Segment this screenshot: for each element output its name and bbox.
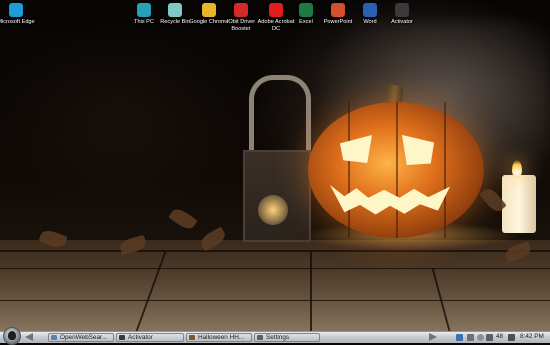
task-label: Halloween HH... [198,334,245,341]
start-button[interactable] [3,327,21,345]
wooden-floor [0,240,550,331]
network-icon[interactable] [456,334,463,341]
battery-icon[interactable] [508,334,515,341]
word-icon [363,3,377,17]
recycle-bin-icon [168,3,182,17]
desktop-icon[interactable]: Activator [379,3,425,26]
image-viewer-icon [189,335,195,340]
task-openwebsearch[interactable]: OpenWebSear... [48,333,114,342]
chrome-icon [202,3,216,17]
computer-icon [137,3,151,17]
task-label: Settings [266,334,290,341]
notification-icon[interactable] [467,334,474,341]
task-halloween[interactable]: Halloween HH... [186,333,252,342]
taskbar-divider-icon [429,333,437,341]
desktop-wallpaper [0,0,550,331]
skull-start-icon [8,331,16,340]
task-activator[interactable]: Activator [116,333,184,342]
candle-flame [512,160,522,178]
excel-icon [299,3,313,17]
desktop-icon[interactable]: Microsoft Edge [0,3,39,26]
task-label: Activator [128,334,153,341]
speaker-icon[interactable] [477,334,484,341]
activator-icon [119,335,125,340]
volume-level: 48 [496,333,504,340]
desktop-icon-label: Activator [391,19,413,25]
edge-icon [9,3,23,17]
desktop-icon-label: Microsoft Edge [0,19,35,25]
jack-o-lantern [308,102,484,238]
lantern-handle [249,75,311,158]
clock[interactable]: 8:42 PM [520,333,544,341]
candle [502,175,536,233]
powerpoint-icon [331,3,345,17]
taskbar: OpenWebSear... Activator Halloween HH...… [0,327,550,345]
volume-icon[interactable] [486,334,493,341]
lantern-glow [258,195,288,225]
driver-booster-icon [234,3,248,17]
acrobat-icon [269,3,283,17]
task-settings[interactable]: Settings [254,333,320,342]
task-label: OpenWebSear... [60,334,108,341]
taskbar-divider-icon [25,333,33,341]
browser-icon [51,335,57,340]
gear-icon [257,335,263,340]
activator-icon [395,3,409,17]
